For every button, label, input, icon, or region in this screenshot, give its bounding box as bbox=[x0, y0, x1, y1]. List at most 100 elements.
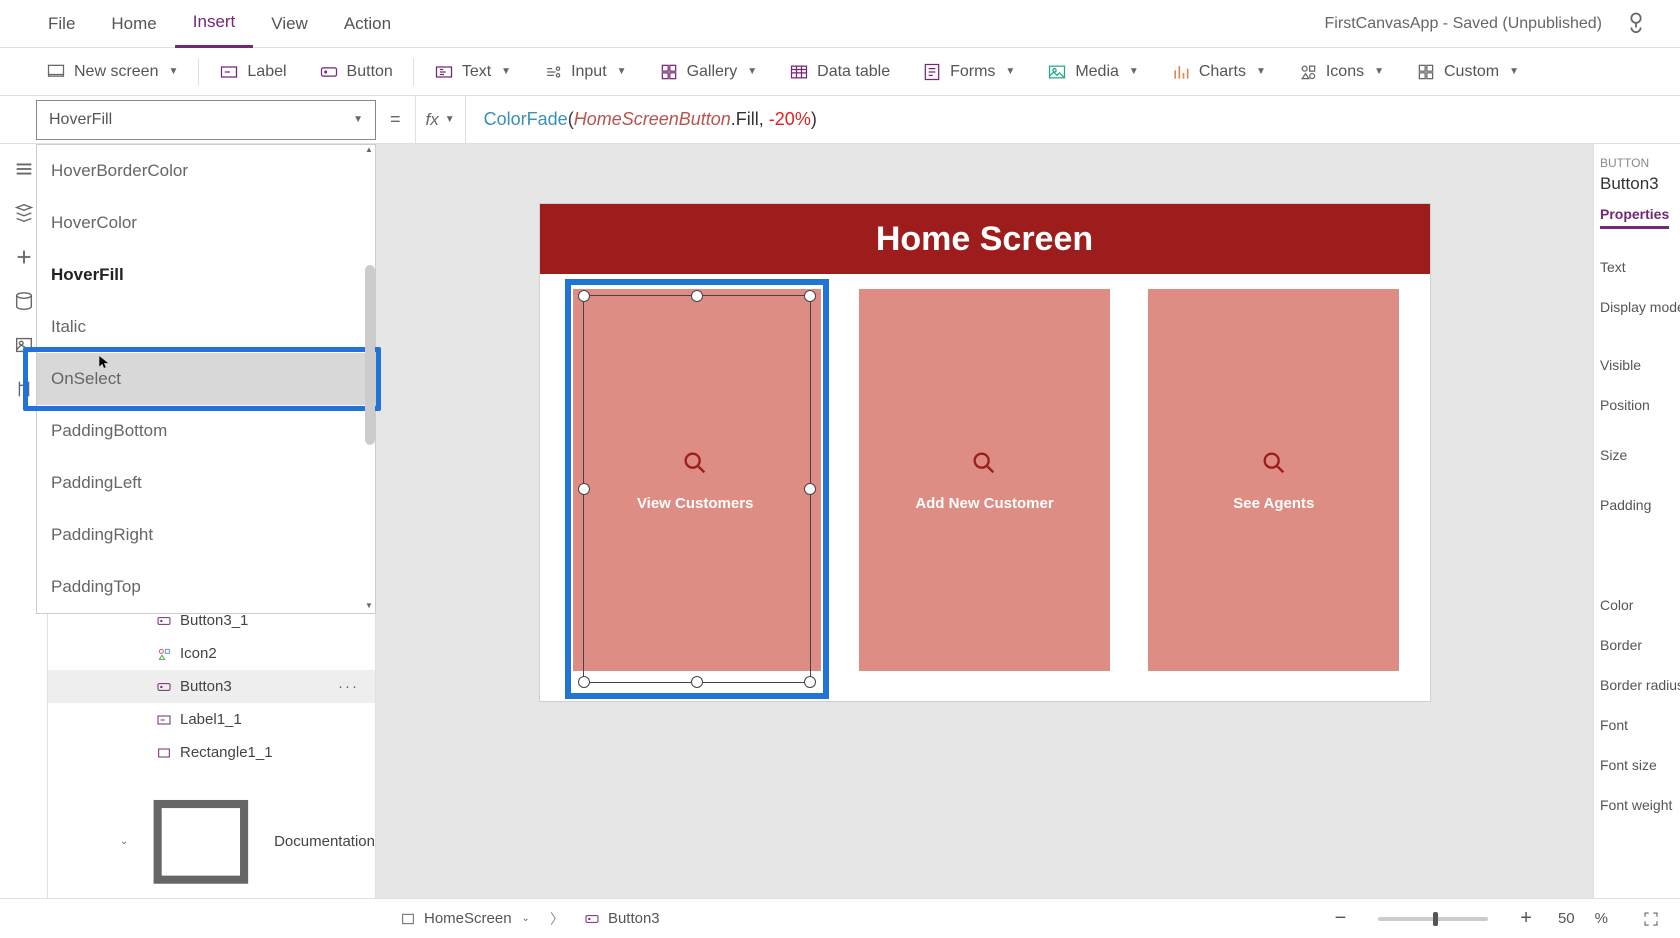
custom-dropdown[interactable]: Custom▼ bbox=[1400, 48, 1535, 96]
scroll-thumb[interactable] bbox=[365, 265, 375, 445]
search-icon bbox=[1260, 449, 1288, 477]
tree-item-button3[interactable]: Button3 ··· bbox=[48, 670, 375, 703]
zoom-in[interactable]: + bbox=[1514, 907, 1538, 930]
canvas-homescreen[interactable]: Home Screen View Customers Add New Custo… bbox=[540, 204, 1430, 701]
gallery-dropdown[interactable]: Gallery▼ bbox=[643, 48, 774, 96]
dropdown-item-hoverfill[interactable]: HoverFill bbox=[37, 249, 375, 301]
button-icon bbox=[584, 911, 600, 927]
tree-item-label1-1[interactable]: Label1_1 bbox=[48, 703, 375, 736]
label-icon bbox=[219, 62, 239, 82]
breadcrumb-separator: 〉 bbox=[550, 909, 564, 929]
chevron-down-icon: ▼ bbox=[1509, 66, 1519, 77]
data-table-icon bbox=[789, 62, 809, 82]
insert-icon[interactable] bbox=[13, 246, 35, 268]
forms-icon bbox=[922, 62, 942, 82]
scroll-up-icon[interactable]: ▲ bbox=[363, 145, 375, 157]
input-dropdown[interactable]: Input▼ bbox=[527, 48, 643, 96]
resize-handle[interactable] bbox=[804, 290, 816, 302]
tree-group-documentation[interactable]: ⌄ Documentation bbox=[48, 769, 375, 915]
button-button[interactable]: Button bbox=[303, 48, 409, 96]
charts-dropdown[interactable]: Charts▼ bbox=[1155, 48, 1282, 96]
tools-icon[interactable] bbox=[13, 378, 35, 400]
resize-handle[interactable] bbox=[578, 483, 590, 495]
more-icon[interactable]: ··· bbox=[338, 678, 359, 695]
charts-icon bbox=[1171, 62, 1191, 82]
resize-handle[interactable] bbox=[578, 290, 590, 302]
canvas-area[interactable]: Home Screen View Customers Add New Custo… bbox=[376, 144, 1594, 898]
chevron-down-icon: ▼ bbox=[445, 114, 455, 125]
card-see-agents[interactable]: See Agents bbox=[1148, 289, 1399, 671]
prop-text[interactable]: Text bbox=[1600, 247, 1674, 287]
prop-position[interactable]: Position bbox=[1600, 385, 1674, 425]
app-title-status: FirstCanvasApp - Saved (Unpublished) bbox=[1325, 15, 1612, 33]
button-node-icon bbox=[156, 679, 172, 695]
media-panel-icon[interactable] bbox=[13, 334, 35, 356]
menu-file[interactable]: File bbox=[30, 0, 93, 48]
hamburger-icon[interactable] bbox=[13, 158, 35, 180]
menu-view[interactable]: View bbox=[253, 0, 326, 48]
dropdown-item-paddingbottom[interactable]: PaddingBottom bbox=[37, 405, 375, 457]
fit-screen-icon[interactable] bbox=[1642, 910, 1660, 928]
screen-icon bbox=[46, 62, 66, 82]
dropdown-item-onselect[interactable]: OnSelect bbox=[37, 353, 375, 405]
resize-handle[interactable] bbox=[804, 676, 816, 688]
prop-border-radius[interactable]: Border radius bbox=[1600, 665, 1674, 705]
new-screen-button[interactable]: New screen▼ bbox=[30, 48, 194, 96]
resize-handle[interactable] bbox=[691, 676, 703, 688]
chevron-down-icon: ▼ bbox=[1129, 66, 1139, 77]
tree-view-icon[interactable] bbox=[13, 202, 35, 224]
label-button[interactable]: Label bbox=[203, 48, 302, 96]
property-selector[interactable]: HoverFill ▼ bbox=[36, 100, 376, 140]
resize-handle[interactable] bbox=[804, 483, 816, 495]
prop-font-size[interactable]: Font size bbox=[1600, 745, 1674, 785]
prop-border[interactable]: Border bbox=[1600, 625, 1674, 665]
prop-display-mode[interactable]: Display mode bbox=[1600, 287, 1674, 327]
zoom-out[interactable]: − bbox=[1329, 907, 1353, 930]
fx-button[interactable]: fx ▼ bbox=[415, 96, 466, 143]
dropdown-item-hovercolor[interactable]: HoverColor bbox=[37, 197, 375, 249]
menu-insert[interactable]: Insert bbox=[175, 0, 254, 48]
resize-handle[interactable] bbox=[578, 676, 590, 688]
dropdown-scrollbar[interactable]: ▲ ▼ bbox=[363, 145, 375, 613]
media-icon bbox=[1047, 62, 1067, 82]
chevron-down-icon: ⌄ bbox=[120, 836, 128, 847]
dropdown-item-italic[interactable]: Italic bbox=[37, 301, 375, 353]
forms-dropdown[interactable]: Forms▼ bbox=[906, 48, 1031, 96]
prop-font-weight[interactable]: Font weight bbox=[1600, 785, 1674, 825]
prop-font[interactable]: Font bbox=[1600, 705, 1674, 745]
dropdown-item-paddingleft[interactable]: PaddingLeft bbox=[37, 457, 375, 509]
prop-visible[interactable]: Visible bbox=[1600, 345, 1674, 385]
menu-action[interactable]: Action bbox=[326, 0, 409, 48]
dropdown-item-paddingtop[interactable]: PaddingTop bbox=[37, 561, 375, 613]
menu-home[interactable]: Home bbox=[93, 0, 174, 48]
custom-icon bbox=[1416, 62, 1436, 82]
dropdown-item-paddingright[interactable]: PaddingRight bbox=[37, 509, 375, 561]
prop-size[interactable]: Size bbox=[1600, 435, 1674, 475]
data-table-button[interactable]: Data table bbox=[773, 48, 906, 96]
selection-box[interactable] bbox=[565, 279, 829, 699]
scroll-down-icon[interactable]: ▼ bbox=[363, 601, 375, 613]
chevron-down-icon: ▼ bbox=[747, 66, 757, 77]
icons-dropdown[interactable]: Icons▼ bbox=[1282, 48, 1400, 96]
data-icon[interactable] bbox=[13, 290, 35, 312]
dropdown-item-hoverbordercolor[interactable]: HoverBorderColor bbox=[37, 145, 375, 197]
zoom-slider[interactable] bbox=[1378, 917, 1488, 921]
chevron-down-icon: ⌄ bbox=[522, 913, 530, 924]
insert-ribbon: New screen▼ Label Button Text▼ Input▼ Ga… bbox=[0, 48, 1680, 96]
text-dropdown[interactable]: Text▼ bbox=[418, 48, 527, 96]
tree-item-rectangle1-1[interactable]: Rectangle1_1 bbox=[48, 736, 375, 769]
chevron-down-icon: ▼ bbox=[168, 66, 178, 77]
properties-tab[interactable]: Properties bbox=[1600, 206, 1669, 229]
app-checker-icon[interactable] bbox=[1622, 10, 1650, 38]
button-icon bbox=[319, 62, 339, 82]
breadcrumb-control[interactable]: Button3 bbox=[584, 910, 660, 927]
prop-padding[interactable]: Padding bbox=[1600, 485, 1674, 525]
prop-color[interactable]: Color bbox=[1600, 585, 1674, 625]
chevron-down-icon: ▼ bbox=[501, 66, 511, 77]
breadcrumb-screen[interactable]: HomeScreen ⌄ bbox=[400, 910, 530, 927]
media-dropdown[interactable]: Media▼ bbox=[1031, 48, 1154, 96]
formula-input[interactable]: ColorFade(HomeScreenButton.Fill, -20%) bbox=[466, 109, 817, 130]
card-add-customer[interactable]: Add New Customer bbox=[859, 289, 1110, 671]
resize-handle[interactable] bbox=[691, 290, 703, 302]
tree-item-icon2[interactable]: Icon2 bbox=[48, 637, 375, 670]
